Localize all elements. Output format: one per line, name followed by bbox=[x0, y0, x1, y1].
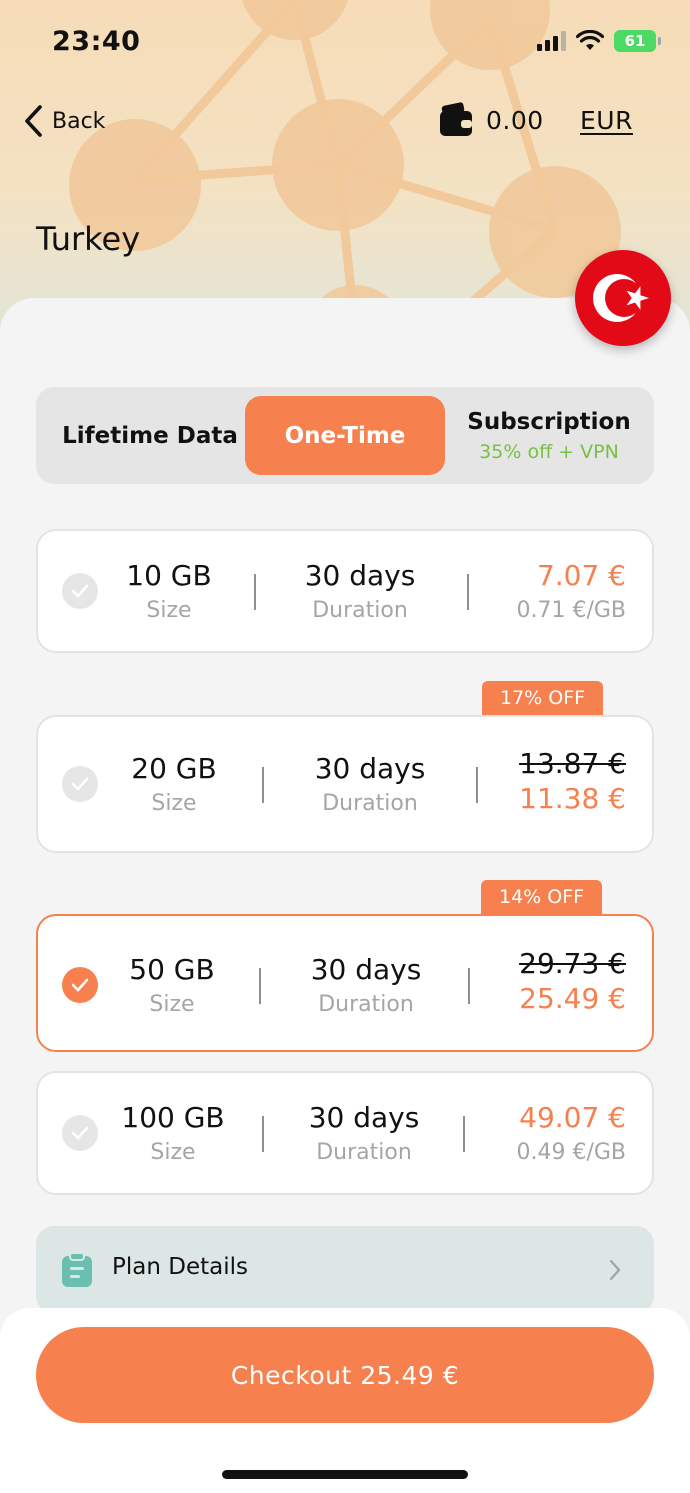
check-icon bbox=[62, 967, 98, 1003]
divider bbox=[259, 968, 261, 1004]
tab-subscription[interactable]: Subscription 35% off + VPN bbox=[456, 387, 642, 484]
tab-lifetime-data[interactable]: Lifetime Data bbox=[50, 387, 250, 484]
divider bbox=[254, 574, 256, 610]
plan-card-10gb[interactable]: 10 GB Size 30 days Duration 7.07 € 0.71 … bbox=[36, 529, 654, 653]
plan-size-value: 50 GB bbox=[129, 953, 215, 986]
tab-subscription-promo: 35% off + VPN bbox=[479, 440, 619, 463]
plan-size: 100 GB Size bbox=[118, 1101, 228, 1165]
divider bbox=[262, 1116, 264, 1152]
battery-icon: 61 bbox=[614, 30, 661, 52]
plan-size-label: Size bbox=[149, 992, 195, 1017]
plan-duration: 30 days Duration bbox=[294, 1101, 434, 1165]
plan-size-value: 10 GB bbox=[126, 559, 212, 592]
wallet-amount: 0.00 bbox=[486, 105, 544, 135]
wallet-balance[interactable]: 0.00 bbox=[438, 102, 544, 138]
plan-price: 49.07 € 0.49 €/GB bbox=[516, 1101, 626, 1165]
chevron-right-icon bbox=[609, 1259, 621, 1281]
status-icons: 61 bbox=[537, 30, 661, 52]
plan-duration-value: 30 days bbox=[310, 953, 422, 986]
plan-duration-label: Duration bbox=[318, 992, 414, 1017]
check-icon bbox=[62, 766, 98, 802]
plan-price-value: 49.07 € bbox=[519, 1101, 626, 1134]
discount-badge: 17% OFF bbox=[482, 681, 604, 715]
wallet-icon bbox=[440, 102, 472, 136]
country-title: Turkey bbox=[36, 220, 141, 258]
plan-size-label: Size bbox=[146, 598, 192, 623]
plan-price-value: 25.49 € bbox=[519, 982, 626, 1015]
plan-size: 20 GB Size bbox=[124, 752, 224, 816]
tab-subscription-label: Subscription bbox=[467, 408, 631, 435]
clipboard-icon bbox=[62, 1252, 92, 1287]
plan-price-per-gb: 0.71 €/GB bbox=[516, 598, 626, 623]
plan-price: 7.07 € 0.71 €/GB bbox=[516, 559, 626, 623]
plan-price-per-gb: 0.49 €/GB bbox=[516, 1140, 626, 1165]
divider bbox=[476, 767, 478, 803]
plan-price: 29.73 € 25.49 € bbox=[519, 947, 626, 1015]
plan-price: 13.87 € 11.38 € bbox=[519, 747, 626, 815]
plan-card-100gb[interactable]: 100 GB Size 30 days Duration 49.07 € 0.4… bbox=[36, 1071, 654, 1195]
plan-duration-label: Duration bbox=[312, 598, 408, 623]
plan-size-value: 20 GB bbox=[131, 752, 217, 785]
back-label: Back bbox=[52, 108, 106, 134]
plan-details-row[interactable]: Plan Details bbox=[36, 1226, 654, 1314]
plan-duration: 30 days Duration bbox=[290, 559, 430, 623]
plan-size: 50 GB Size bbox=[122, 953, 222, 1017]
plan-card-20gb[interactable]: 20 GB Size 30 days Duration 13.87 € 11.3… bbox=[36, 715, 654, 853]
bottom-bar: Checkout 25.49 € bbox=[0, 1308, 690, 1493]
plan-duration-value: 30 days bbox=[308, 1101, 420, 1134]
plan-duration: 30 days Duration bbox=[300, 752, 440, 816]
home-indicator bbox=[222, 1470, 468, 1479]
plan-duration-label: Duration bbox=[322, 791, 418, 816]
plan-size-value: 100 GB bbox=[121, 1101, 225, 1134]
currency-selector[interactable]: EUR bbox=[580, 106, 633, 135]
status-time: 23:40 bbox=[52, 26, 141, 57]
plan-size: 10 GB Size bbox=[124, 559, 214, 623]
back-button[interactable]: Back bbox=[22, 104, 105, 138]
plan-price-value: 11.38 € bbox=[519, 782, 626, 815]
battery-level: 61 bbox=[624, 32, 646, 50]
plan-duration-value: 30 days bbox=[314, 752, 426, 785]
cellular-signal-icon bbox=[537, 31, 566, 51]
checkout-button[interactable]: Checkout 25.49 € bbox=[36, 1327, 654, 1423]
wifi-icon bbox=[576, 30, 604, 50]
plan-details-label: Plan Details bbox=[112, 1254, 248, 1280]
divider bbox=[467, 574, 469, 610]
plan-type-tabs: Lifetime Data One-Time Subscription 35% … bbox=[36, 387, 654, 484]
plan-card-50gb[interactable]: 50 GB Size 30 days Duration 29.73 € 25.4… bbox=[36, 914, 654, 1052]
divider bbox=[468, 968, 470, 1004]
plan-size-label: Size bbox=[151, 791, 197, 816]
plan-original-price: 13.87 € bbox=[519, 747, 626, 780]
check-icon bbox=[62, 573, 98, 609]
turkey-flag-icon bbox=[575, 250, 671, 346]
chevron-left-icon bbox=[25, 105, 42, 137]
divider bbox=[262, 767, 264, 803]
tab-one-time[interactable]: One-Time bbox=[245, 396, 445, 475]
plan-size-label: Size bbox=[150, 1140, 196, 1165]
check-icon bbox=[62, 1115, 98, 1151]
plan-duration: 30 days Duration bbox=[296, 953, 436, 1017]
plan-duration-label: Duration bbox=[316, 1140, 412, 1165]
plan-price-value: 7.07 € bbox=[536, 559, 626, 592]
plan-original-price: 29.73 € bbox=[519, 947, 626, 980]
discount-badge: 14% OFF bbox=[481, 880, 603, 914]
divider bbox=[463, 1116, 465, 1152]
plan-duration-value: 30 days bbox=[304, 559, 416, 592]
